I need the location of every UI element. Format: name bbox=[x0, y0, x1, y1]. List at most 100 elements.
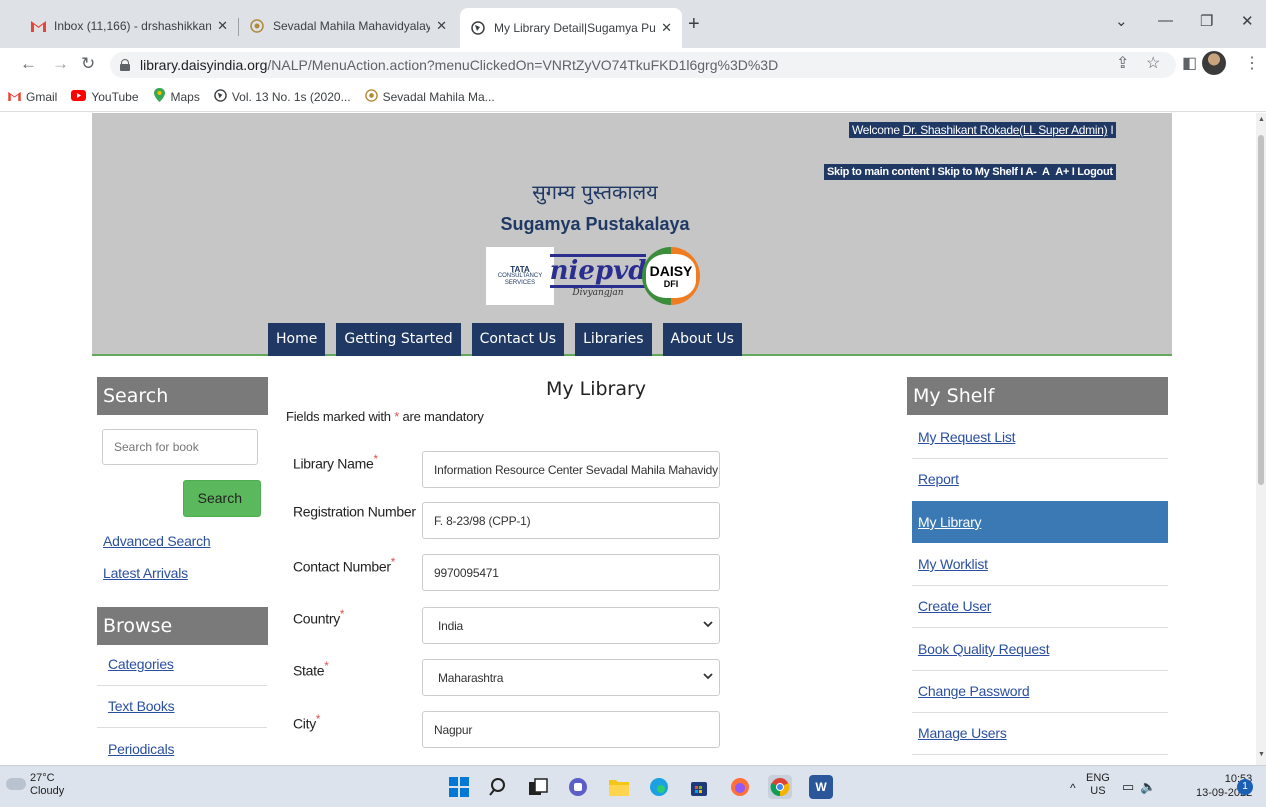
restore-icon[interactable]: ❐ bbox=[1200, 12, 1213, 30]
star-icon[interactable]: ☆ bbox=[1146, 55, 1160, 73]
search-icon[interactable] bbox=[487, 775, 511, 799]
new-tab-button[interactable]: + bbox=[688, 14, 700, 34]
font-normal-link[interactable]: A bbox=[1042, 166, 1050, 178]
tab-my-library[interactable]: My Library Detail|Sugamya Pusta ✕ bbox=[460, 8, 682, 48]
network-icon[interactable]: ▭ bbox=[1122, 779, 1134, 795]
tab-title: My Library Detail|Sugamya Pusta bbox=[494, 21, 656, 35]
my-shelf-heading: My Shelf bbox=[907, 377, 1168, 415]
back-icon[interactable]: ← bbox=[20, 54, 37, 74]
scroll-down-icon[interactable]: ▼ bbox=[1258, 751, 1265, 758]
niepvd-logo-sub: Divyangjan bbox=[572, 288, 624, 298]
site-title: Sugamya Pustakalaya bbox=[500, 214, 690, 234]
shelf-manage-users[interactable]: Manage Users bbox=[918, 725, 1007, 741]
bookmark-sevadal[interactable]: Sevadal Mahila Ma... bbox=[364, 88, 495, 105]
browse-periodicals-link[interactable]: Periodicals bbox=[108, 741, 174, 757]
close-icon[interactable]: ✕ bbox=[436, 18, 447, 34]
daisy-logo-text: DAISY bbox=[649, 262, 693, 279]
font-decrease-link[interactable]: A- bbox=[1026, 166, 1037, 178]
bookmark-gmail[interactable]: Gmail bbox=[8, 90, 57, 104]
shelf-my-library[interactable]: My Library bbox=[912, 501, 1168, 543]
store-icon[interactable] bbox=[687, 775, 711, 799]
shelf-my-worklist[interactable]: My Worklist bbox=[918, 556, 988, 572]
tab-gmail[interactable]: Inbox (11,166) - drshashikkantrol ✕ bbox=[20, 10, 238, 42]
browse-textbooks-link[interactable]: Text Books bbox=[108, 698, 175, 714]
windows-start-icon[interactable] bbox=[447, 775, 471, 799]
close-icon[interactable]: ✕ bbox=[217, 18, 228, 34]
niepvd-logo: niepvd Divyangjan bbox=[549, 247, 647, 305]
side-panel-icon[interactable]: ◧ bbox=[1182, 55, 1197, 73]
nav-home[interactable]: Home bbox=[268, 323, 326, 356]
chevron-up-icon[interactable]: ^ bbox=[1070, 781, 1076, 795]
scrollbar-thumb[interactable] bbox=[1258, 135, 1264, 485]
skip-main-link[interactable]: Skip to main content bbox=[827, 166, 929, 178]
browser-toolbar: ← → ↻ library.daisyindia.org/NALP/MenuAc… bbox=[0, 48, 1266, 82]
welcome-text: Welcome bbox=[852, 123, 903, 137]
chrome-icon[interactable] bbox=[768, 775, 792, 799]
field-label-text: Library Name bbox=[293, 455, 374, 472]
teams-chat-icon[interactable] bbox=[566, 775, 590, 799]
divider bbox=[912, 670, 1168, 671]
edge-icon[interactable] bbox=[647, 775, 671, 799]
shelf-my-request-list[interactable]: My Request List bbox=[918, 429, 1016, 445]
volume-icon[interactable]: 🔈 bbox=[1140, 779, 1156, 795]
file-explorer-icon[interactable] bbox=[607, 775, 631, 799]
divider bbox=[97, 727, 267, 728]
user-profile-link[interactable]: Dr. Shashikant Rokade(LL Super Admin) bbox=[903, 123, 1108, 137]
font-increase-link[interactable]: A+ bbox=[1055, 166, 1069, 178]
separator: I bbox=[1017, 166, 1026, 178]
city-field[interactable]: Nagpur bbox=[422, 711, 720, 748]
advanced-search-link[interactable]: Advanced Search bbox=[103, 533, 211, 549]
reload-icon[interactable]: ↻ bbox=[81, 54, 95, 74]
language-indicator[interactable]: ENG US bbox=[1086, 772, 1110, 798]
latest-arrivals-link[interactable]: Latest Arrivals bbox=[103, 565, 188, 581]
bookmark-youtube[interactable]: YouTube bbox=[71, 89, 139, 104]
nav-libraries[interactable]: Libraries bbox=[575, 323, 652, 356]
search-button[interactable]: Search bbox=[183, 480, 261, 517]
page-scrollbar[interactable]: ▲ ▼ bbox=[1256, 113, 1266, 765]
address-bar[interactable]: library.daisyindia.org/NALP/MenuAction.a… bbox=[110, 52, 1176, 78]
chevron-down-icon bbox=[703, 671, 713, 683]
shelf-report[interactable]: Report bbox=[918, 471, 959, 487]
task-view-icon[interactable] bbox=[526, 775, 550, 799]
divider bbox=[912, 627, 1168, 628]
firefox-icon[interactable] bbox=[728, 775, 752, 799]
nav-about-us[interactable]: About Us bbox=[662, 323, 742, 356]
nav-contact-us[interactable]: Contact Us bbox=[471, 323, 565, 356]
weather-widget[interactable]: 27°C Cloudy bbox=[30, 772, 64, 798]
tab-strip: Inbox (11,166) - drshashikkantrol ✕ Seva… bbox=[0, 0, 1266, 48]
skip-shelf-link[interactable]: Skip to My Shelf bbox=[937, 166, 1017, 178]
minimize-icon[interactable]: — bbox=[1158, 12, 1173, 29]
tab-sevadal[interactable]: Sevadal Mahila Mahavidyalaya ✕ bbox=[239, 10, 457, 42]
close-icon[interactable]: ✕ bbox=[661, 20, 672, 36]
scroll-up-icon[interactable]: ▲ bbox=[1258, 116, 1265, 123]
library-name-field[interactable]: Information Resource Center Sevadal Mahi… bbox=[422, 451, 720, 488]
browse-categories-link[interactable]: Categories bbox=[108, 656, 174, 672]
menu-icon[interactable]: ⋮ bbox=[1244, 55, 1260, 73]
profile-avatar[interactable] bbox=[1202, 51, 1226, 75]
word-icon[interactable]: W bbox=[809, 775, 833, 799]
forward-icon[interactable]: → bbox=[52, 54, 69, 74]
notification-badge[interactable]: 1 bbox=[1237, 779, 1253, 795]
registration-number-field[interactable]: F. 8-23/98 (CPP-1) bbox=[422, 502, 720, 539]
shelf-create-user[interactable]: Create User bbox=[918, 598, 991, 614]
country-value: India bbox=[438, 618, 464, 633]
country-select[interactable]: India bbox=[422, 607, 720, 644]
field-label-text: Registration Number bbox=[293, 503, 416, 520]
share-icon[interactable]: ⇪ bbox=[1116, 55, 1129, 73]
bookmark-vol13[interactable]: Vol. 13 No. 1s (2020... bbox=[214, 88, 351, 105]
search-input[interactable] bbox=[102, 429, 258, 465]
window-close-icon[interactable]: ✕ bbox=[1241, 12, 1254, 30]
shelf-change-password[interactable]: Change Password bbox=[918, 683, 1030, 699]
daisy-logo-sub: DFI bbox=[663, 278, 679, 289]
nav-getting-started[interactable]: Getting Started bbox=[336, 323, 461, 356]
required-star: * bbox=[373, 453, 378, 466]
url-path: /NALP/MenuAction.action?menuClickedOn=VN… bbox=[267, 57, 779, 73]
library-name-label: Library Name* bbox=[293, 453, 378, 472]
bookmark-maps[interactable]: Maps bbox=[153, 88, 200, 105]
globe-icon bbox=[214, 88, 227, 105]
tab-search-icon[interactable]: ⌄ bbox=[1115, 12, 1128, 30]
shelf-book-quality-request[interactable]: Book Quality Request bbox=[918, 641, 1050, 657]
state-select[interactable]: Maharashtra bbox=[422, 659, 720, 696]
contact-number-field[interactable]: 9970095471 bbox=[422, 554, 720, 591]
logout-link[interactable]: Logout bbox=[1077, 166, 1113, 178]
